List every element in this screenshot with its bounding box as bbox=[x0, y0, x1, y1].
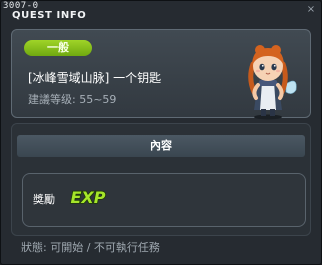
npc-portrait bbox=[248, 45, 297, 120]
quest-status: 狀態: 可開始 / 不可執行任務 bbox=[21, 241, 160, 254]
quest-content-panel: 內容 獎勵 EXP bbox=[11, 123, 311, 236]
quest-category-badge: 一般 bbox=[24, 40, 92, 56]
quest-level-requirement: 建議等级: 55~59 bbox=[28, 93, 117, 106]
exp-icon: EXP bbox=[70, 187, 107, 208]
exp-text: EXP bbox=[71, 188, 106, 207]
reward-label: 獎勵 bbox=[33, 193, 55, 206]
quest-title: [冰峰雪域山脉] 一个钥匙 bbox=[28, 71, 162, 85]
quest-header-panel: 一般 [冰峰雪域山脉] 一个钥匙 建議等级: 55~59 bbox=[11, 29, 311, 120]
quest-info-window: 3007-0 QUEST INFO × 一般 [冰峰雪域山脉] 一个钥匙 建議等… bbox=[0, 0, 322, 265]
reward-box: 獎勵 EXP bbox=[22, 173, 306, 227]
window-title: QUEST INFO bbox=[12, 10, 87, 21]
tab-content[interactable]: 內容 bbox=[17, 135, 305, 157]
close-button[interactable]: × bbox=[305, 4, 317, 16]
